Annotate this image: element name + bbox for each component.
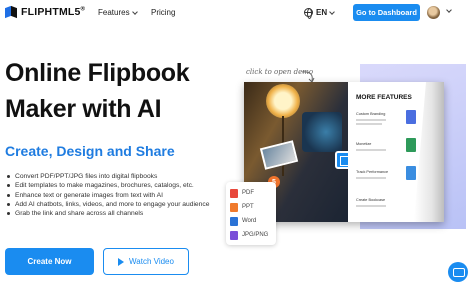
word-file-icon <box>230 216 238 226</box>
image-file-icon <box>230 230 238 240</box>
top-nav: FLIPHTML5® Features Pricing EN Go to Das… <box>0 0 474 28</box>
language-label: EN <box>316 8 328 17</box>
list-item: Edit templates to make magazines, brochu… <box>5 181 210 190</box>
logo-mark-icon <box>5 6 19 18</box>
chat-icon[interactable] <box>448 262 468 282</box>
avatar[interactable] <box>427 6 440 19</box>
format-item-pdf[interactable]: PDF <box>230 186 272 200</box>
format-label: PDF <box>242 190 254 196</box>
text-line <box>356 119 386 121</box>
file-format-menu: PDF PPT Word JPG/PNG <box>226 182 276 245</box>
monitor-image <box>302 112 342 152</box>
chevron-down-icon <box>131 8 138 15</box>
text-line <box>356 123 382 125</box>
book-item: Monetize <box>356 142 372 146</box>
chevron-down-icon <box>329 8 335 15</box>
go-to-dashboard-button[interactable]: Go to Dashboard <box>353 4 420 21</box>
hero-subtitle: Create, Design and Share <box>5 143 175 159</box>
format-item-word[interactable]: Word <box>230 214 272 228</box>
list-item: Grab the link and share across all chann… <box>5 209 210 218</box>
pdf-file-icon <box>230 188 238 198</box>
book-item: Custom Branding <box>356 112 386 116</box>
nav-features[interactable]: Features <box>98 8 138 17</box>
text-line <box>356 177 386 179</box>
book-item: Track Performance <box>356 170 389 174</box>
list-item: Enhance text or generate images from tex… <box>5 191 210 200</box>
hero-title-line2: Maker with AI <box>5 95 162 123</box>
nav-pricing-label: Pricing <box>151 8 176 17</box>
chevron-down-icon[interactable] <box>446 7 452 13</box>
format-label: Word <box>242 218 257 224</box>
nav-pricing[interactable]: Pricing <box>151 8 175 17</box>
logo-text: FLIPHTML5 <box>21 6 81 18</box>
lamp-image <box>266 84 300 118</box>
branding-card-icon <box>406 110 416 124</box>
analytics-card-icon <box>406 166 416 180</box>
list-item: Convert PDF/PPT/JPG files into digital f… <box>5 172 210 181</box>
monetize-card-icon <box>406 138 416 152</box>
book-heading: MORE FEATURES <box>356 94 412 101</box>
fliphtml5-logo[interactable]: FLIPHTML5® <box>5 6 85 18</box>
format-label: PPT <box>242 204 254 210</box>
language-selector[interactable]: EN <box>304 8 335 19</box>
watch-video-label: Watch Video <box>129 257 174 266</box>
feature-list: Convert PDF/PPT/JPG files into digital f… <box>5 172 210 218</box>
book-item: Create Bookcase <box>356 198 386 202</box>
create-now-button[interactable]: Create Now <box>5 248 94 275</box>
ppt-file-icon <box>230 202 238 212</box>
format-item-image[interactable]: JPG/PNG <box>230 228 272 242</box>
photo-thumbnail <box>259 140 299 170</box>
text-line <box>356 149 386 151</box>
format-label: JPG/PNG <box>242 232 269 238</box>
list-item: Add AI chatbots, links, videos, and more… <box>5 200 210 209</box>
globe-icon <box>304 8 313 19</box>
play-icon <box>118 257 125 266</box>
text-line <box>356 205 386 207</box>
watch-video-button[interactable]: Watch Video <box>103 248 189 275</box>
format-item-ppt[interactable]: PPT <box>230 200 272 214</box>
nav-features-label: Features <box>98 8 130 17</box>
logo-registered-mark: ® <box>80 6 86 13</box>
hero-title-line1: Online Flipbook <box>5 59 190 87</box>
